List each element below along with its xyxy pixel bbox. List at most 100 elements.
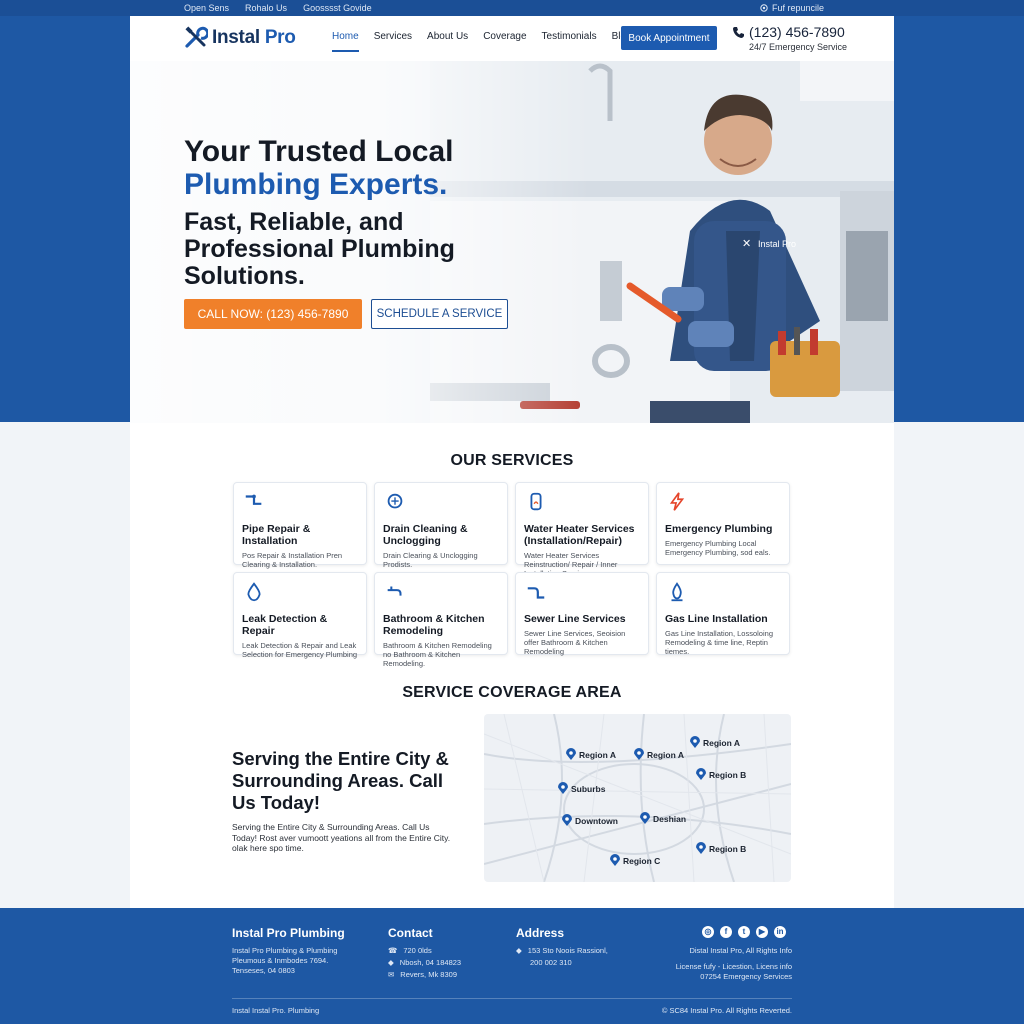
header-phone[interactable]: (123) 456-7890 24/7 Emergency Service	[732, 24, 847, 52]
phone-number: (123) 456-7890	[749, 24, 845, 40]
services-title: OUR SERVICES	[450, 452, 574, 469]
mail-icon: ✉	[388, 970, 395, 979]
footer-address-1: ◆ 153 Sto Noois Rassionl,	[516, 946, 608, 955]
map-region-label: Region A	[647, 749, 684, 760]
map-pin[interactable]: Downtown	[562, 814, 618, 827]
phone-icon: ☎	[388, 946, 398, 955]
map-pin[interactable]: Region A	[690, 736, 740, 749]
linkedin-icon[interactable]: in	[774, 926, 786, 938]
map-pin-icon	[690, 736, 700, 748]
map-pin[interactable]: Region A	[566, 748, 616, 761]
location-pin-icon: ◆	[388, 958, 394, 967]
footer-license: License fufy - Licestion, Licens info 07…	[675, 962, 792, 981]
service-card[interactable]: Pipe Repair & Installation Pos Repair & I…	[233, 482, 367, 569]
contact-line-2: Nbosh, 04 184823	[399, 958, 462, 967]
coverage-description: Serving the Entire City & Surrounding Ar…	[232, 822, 451, 853]
phone-number-row: (123) 456-7890	[732, 24, 847, 40]
service-card-title: Drain Cleaning & Unclogging	[383, 523, 468, 547]
map-pin-icon	[634, 748, 644, 760]
map-pin-icon	[696, 842, 706, 854]
service-card-title: Emergency Plumbing	[665, 523, 773, 535]
location-icon	[760, 4, 768, 12]
footer-brand: Instal Pro Plumbing	[232, 926, 345, 940]
map-pin[interactable]: Region B	[696, 842, 746, 855]
map-region-label: Downtown	[575, 815, 618, 826]
service-card[interactable]: Gas Line Installation Gas Line Installati…	[656, 572, 790, 656]
nav-testimonials[interactable]: Testimonials	[542, 31, 597, 52]
footer-contact-title: Contact	[388, 926, 433, 940]
footer-brand-desc: Instal Pro Plumbing & Plumbing Pleumous …	[232, 946, 338, 975]
service-card-desc: Emergency Plumbing Local Emergency Plumb…	[665, 539, 771, 557]
footer-address-title: Address	[516, 926, 565, 940]
address-line-1: 153 Sto Noois Rassionl,	[527, 946, 608, 955]
footer-contact-1[interactable]: ☎ 720 0lds	[388, 946, 432, 955]
service-card-title: Bathroom & Kitchen Remodeling	[383, 613, 485, 637]
book-appointment-button[interactable]: Book Appointment	[621, 26, 717, 50]
service-card-title: Pipe Repair & Installation	[242, 523, 311, 547]
instagram-icon[interactable]: ◎	[702, 926, 714, 938]
nav-home[interactable]: Home	[332, 31, 359, 52]
topbar-right[interactable]: Fuf repuncile	[760, 3, 840, 13]
shirt-logo-mark: ✕	[742, 238, 751, 250]
water-heater-icon	[530, 492, 542, 511]
hero-title-line1: Your Trusted Local	[184, 135, 454, 168]
service-card-desc: Gas Line Installation, Lossoloing Remode…	[665, 629, 773, 656]
footer-contact-2[interactable]: ◆ Nbosh, 04 184823	[388, 958, 461, 967]
coverage-map[interactable]: Region A Region A Region A Region B Suburbs D…	[484, 714, 791, 882]
map-pin[interactable]: Deshian	[640, 812, 686, 825]
service-card[interactable]: Water Heater Services (Installation/Repa…	[515, 482, 649, 578]
logo-word: Instal	[212, 27, 260, 48]
service-card[interactable]: Bathroom & Kitchen Remodeling Bathroom & …	[374, 572, 508, 668]
top-utility-bar: Open Sens Rohalo Us Goosssst Govide Fuf …	[0, 0, 1024, 16]
service-card-desc: Sewer Line Services, Seoision offer Bath…	[524, 629, 626, 656]
service-card-title: Sewer Line Services	[524, 613, 626, 625]
map-region-label: Region B	[709, 843, 747, 854]
phone-subtext: 24/7 Emergency Service	[749, 42, 848, 52]
main-nav: Home Services About Us Coverage Testimon…	[332, 31, 632, 52]
map-pin[interactable]: Suburbs	[558, 782, 605, 795]
service-card-title: Water Heater Services (Installation/Repa…	[524, 523, 635, 547]
call-now-button[interactable]: CALL NOW: (123) 456-7890	[184, 299, 362, 329]
sewer-pipe-icon	[527, 587, 545, 599]
drain-icon	[387, 493, 403, 509]
topbar-link-3[interactable]: Goosssst Govide	[303, 3, 372, 13]
facebook-icon[interactable]: f	[720, 926, 732, 938]
topbar-right-label: Fuf repuncile	[771, 3, 824, 13]
gas-flame-icon	[671, 582, 683, 602]
lightning-icon	[669, 492, 685, 511]
topbar-link-2[interactable]: Rohalo Us	[245, 3, 287, 13]
service-card[interactable]: Leak Detection & Repair Leak Detection & …	[233, 572, 367, 659]
hero-subtitle: Fast, Reliable, and Professional Plumbin…	[184, 208, 455, 290]
nav-services[interactable]: Services	[374, 31, 412, 52]
topbar-link-1[interactable]: Open Sens	[184, 3, 229, 13]
map-pin-icon	[558, 782, 568, 794]
nav-about[interactable]: About Us	[427, 31, 468, 52]
service-card-desc: Pos Repair & Installation Pren Clearing …	[242, 551, 343, 569]
map-pin-icon	[640, 812, 650, 824]
twitter-icon[interactable]: t	[738, 926, 750, 938]
service-card[interactable]: Emergency Plumbing Emergency Plumbing Loc…	[656, 482, 790, 565]
hero-section: Instal Pro ✕ Your Trusted Local Plumbing…	[130, 61, 894, 423]
shirt-logo-text: Instal Pro	[758, 239, 796, 249]
service-card[interactable]: Sewer Line Services Sewer Line Services, …	[515, 572, 649, 656]
service-card[interactable]: Drain Cleaning & Unclogging Drain Clearin…	[374, 482, 508, 569]
map-region-label: Region A	[579, 749, 616, 760]
map-pin-icon	[696, 768, 706, 780]
page-container: Instal Pro Home Services About Us Covera…	[130, 16, 894, 1024]
footer-bottom-left: Instal Instal Pro. Plumbing	[232, 1006, 320, 1015]
service-card-desc: Drain Clearing & Unclogging Prodists.	[383, 551, 478, 569]
service-card-desc: Bathroom & Kitchen Remodeling no Bathroo…	[383, 641, 492, 668]
footer-contact-3[interactable]: ✉ Revers, Mk 8309	[388, 970, 457, 979]
schedule-service-button[interactable]: SCHEDULE A SERVICE	[371, 299, 508, 329]
contact-line-3: Revers, Mk 8309	[400, 970, 457, 979]
nav-coverage[interactable]: Coverage	[483, 31, 526, 52]
logo-pro: Pro	[264, 27, 296, 48]
map-pin[interactable]: Region A	[634, 748, 684, 761]
map-pin[interactable]: Region B	[696, 768, 746, 781]
footer-copyright: © SC84 Instal Pro. All Rights Reverted.	[661, 1006, 792, 1015]
site-logo[interactable]: Instal Pro	[184, 26, 296, 50]
service-card-desc: Leak Detection & Repair and Leak Selecti…	[242, 641, 358, 659]
logo-text: Instal Pro	[212, 27, 296, 49]
youtube-icon[interactable]: ▶	[756, 926, 768, 938]
map-pin[interactable]: Region C	[610, 854, 660, 867]
